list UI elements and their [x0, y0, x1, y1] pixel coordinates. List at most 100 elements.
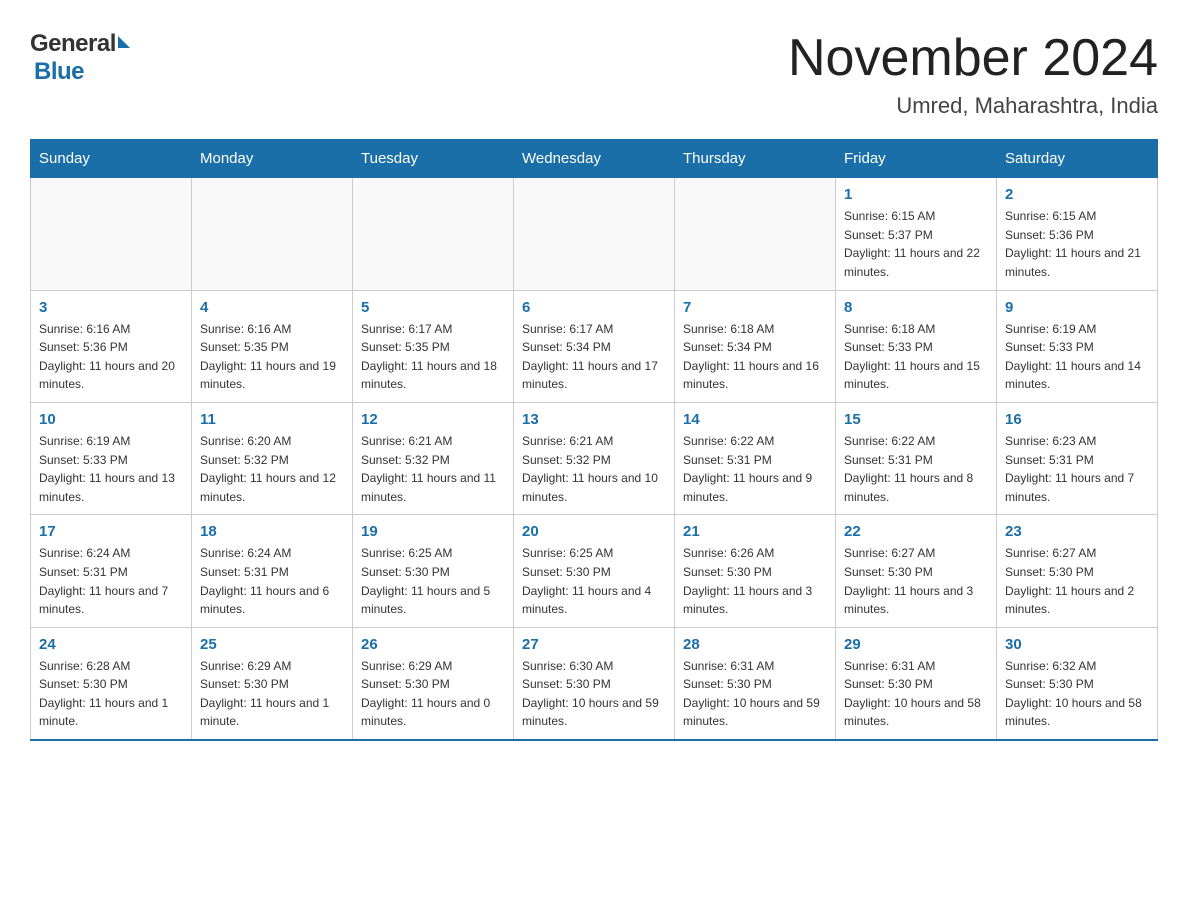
day-sun-info: Sunrise: 6:22 AMSunset: 5:31 PMDaylight:…	[683, 432, 827, 506]
calendar-week-row: 1 Sunrise: 6:15 AMSunset: 5:37 PMDaylight…	[31, 178, 1158, 290]
day-number: 24	[39, 636, 183, 653]
day-sun-info: Sunrise: 6:19 AMSunset: 5:33 PMDaylight:…	[1005, 320, 1149, 394]
day-sun-info: Sunrise: 6:17 AMSunset: 5:35 PMDaylight:…	[361, 320, 505, 394]
page-header: General Blue November 2024 Umred, Mahara…	[30, 30, 1158, 119]
calendar-cell: 28 Sunrise: 6:31 AMSunset: 5:30 PMDayligh…	[675, 627, 836, 740]
day-sun-info: Sunrise: 6:18 AMSunset: 5:33 PMDaylight:…	[844, 320, 988, 394]
weekday-header-tuesday: Tuesday	[353, 140, 514, 178]
day-number: 11	[200, 411, 344, 428]
day-number: 9	[1005, 299, 1149, 316]
weekday-header-monday: Monday	[192, 140, 353, 178]
day-number: 12	[361, 411, 505, 428]
day-sun-info: Sunrise: 6:31 AMSunset: 5:30 PMDaylight:…	[844, 657, 988, 731]
calendar-cell: 8 Sunrise: 6:18 AMSunset: 5:33 PMDaylight…	[836, 290, 997, 402]
day-number: 30	[1005, 636, 1149, 653]
day-sun-info: Sunrise: 6:19 AMSunset: 5:33 PMDaylight:…	[39, 432, 183, 506]
weekday-header-wednesday: Wednesday	[514, 140, 675, 178]
logo: General Blue	[30, 30, 130, 86]
calendar-cell: 3 Sunrise: 6:16 AMSunset: 5:36 PMDaylight…	[31, 290, 192, 402]
day-sun-info: Sunrise: 6:17 AMSunset: 5:34 PMDaylight:…	[522, 320, 666, 394]
calendar-cell: 21 Sunrise: 6:26 AMSunset: 5:30 PMDayligh…	[675, 515, 836, 627]
location-title: Umred, Maharashtra, India	[788, 93, 1158, 119]
day-number: 21	[683, 523, 827, 540]
day-sun-info: Sunrise: 6:16 AMSunset: 5:36 PMDaylight:…	[39, 320, 183, 394]
calendar-cell: 27Sunrise: 6:30 AMSunset: 5:30 PMDayligh…	[514, 627, 675, 740]
calendar-cell: 30 Sunrise: 6:32 AMSunset: 5:30 PMDayligh…	[997, 627, 1158, 740]
calendar-cell	[353, 178, 514, 290]
calendar-cell	[514, 178, 675, 290]
calendar-cell: 10 Sunrise: 6:19 AMSunset: 5:33 PMDayligh…	[31, 402, 192, 514]
calendar-cell: 22 Sunrise: 6:27 AMSunset: 5:30 PMDayligh…	[836, 515, 997, 627]
day-number: 15	[844, 411, 988, 428]
day-sun-info: Sunrise: 6:29 AMSunset: 5:30 PMDaylight:…	[361, 657, 505, 731]
title-block: November 2024 Umred, Maharashtra, India	[788, 30, 1158, 119]
day-sun-info: Sunrise: 6:22 AMSunset: 5:31 PMDaylight:…	[844, 432, 988, 506]
day-number: 17	[39, 523, 183, 540]
calendar-cell: 20 Sunrise: 6:25 AMSunset: 5:30 PMDayligh…	[514, 515, 675, 627]
day-number: 2	[1005, 186, 1149, 203]
calendar-cell: 24 Sunrise: 6:28 AMSunset: 5:30 PMDayligh…	[31, 627, 192, 740]
day-number: 13	[522, 411, 666, 428]
day-sun-info: Sunrise: 6:21 AMSunset: 5:32 PMDaylight:…	[361, 432, 505, 506]
calendar-week-row: 24 Sunrise: 6:28 AMSunset: 5:30 PMDayligh…	[31, 627, 1158, 740]
day-sun-info: Sunrise: 6:15 AMSunset: 5:37 PMDaylight:…	[844, 207, 988, 281]
day-number: 19	[361, 523, 505, 540]
day-number: 27	[522, 636, 666, 653]
calendar-cell: 4Sunrise: 6:16 AMSunset: 5:35 PMDaylight…	[192, 290, 353, 402]
calendar-cell: 13 Sunrise: 6:21 AMSunset: 5:32 PMDayligh…	[514, 402, 675, 514]
day-number: 4	[200, 299, 344, 316]
day-number: 23	[1005, 523, 1149, 540]
day-number: 10	[39, 411, 183, 428]
calendar-cell: 12 Sunrise: 6:21 AMSunset: 5:32 PMDayligh…	[353, 402, 514, 514]
day-sun-info: Sunrise: 6:18 AMSunset: 5:34 PMDaylight:…	[683, 320, 827, 394]
calendar-cell: 23 Sunrise: 6:27 AMSunset: 5:30 PMDayligh…	[997, 515, 1158, 627]
day-number: 26	[361, 636, 505, 653]
day-sun-info: Sunrise: 6:31 AMSunset: 5:30 PMDaylight:…	[683, 657, 827, 731]
calendar-table: SundayMondayTuesdayWednesdayThursdayFrid…	[30, 139, 1158, 741]
weekday-header-saturday: Saturday	[997, 140, 1158, 178]
day-number: 7	[683, 299, 827, 316]
day-sun-info: Sunrise: 6:27 AMSunset: 5:30 PMDaylight:…	[1005, 544, 1149, 618]
calendar-cell: 18 Sunrise: 6:24 AMSunset: 5:31 PMDayligh…	[192, 515, 353, 627]
calendar-cell	[675, 178, 836, 290]
day-sun-info: Sunrise: 6:27 AMSunset: 5:30 PMDaylight:…	[844, 544, 988, 618]
day-number: 29	[844, 636, 988, 653]
day-number: 14	[683, 411, 827, 428]
calendar-week-row: 10 Sunrise: 6:19 AMSunset: 5:33 PMDayligh…	[31, 402, 1158, 514]
day-sun-info: Sunrise: 6:25 AMSunset: 5:30 PMDaylight:…	[361, 544, 505, 618]
weekday-header-sunday: Sunday	[31, 140, 192, 178]
calendar-cell: 7 Sunrise: 6:18 AMSunset: 5:34 PMDaylight…	[675, 290, 836, 402]
calendar-cell: 6Sunrise: 6:17 AMSunset: 5:34 PMDaylight…	[514, 290, 675, 402]
day-sun-info: Sunrise: 6:21 AMSunset: 5:32 PMDaylight:…	[522, 432, 666, 506]
logo-general-text: General	[30, 30, 116, 58]
day-number: 8	[844, 299, 988, 316]
calendar-cell: 16Sunrise: 6:23 AMSunset: 5:31 PMDayligh…	[997, 402, 1158, 514]
day-number: 18	[200, 523, 344, 540]
day-number: 16	[1005, 411, 1149, 428]
day-number: 25	[200, 636, 344, 653]
calendar-cell: 9 Sunrise: 6:19 AMSunset: 5:33 PMDaylight…	[997, 290, 1158, 402]
day-number: 1	[844, 186, 988, 203]
day-number: 3	[39, 299, 183, 316]
calendar-cell: 25Sunrise: 6:29 AMSunset: 5:30 PMDayligh…	[192, 627, 353, 740]
calendar-cell: 1 Sunrise: 6:15 AMSunset: 5:37 PMDaylight…	[836, 178, 997, 290]
calendar-cell: 11Sunrise: 6:20 AMSunset: 5:32 PMDayligh…	[192, 402, 353, 514]
calendar-cell: 2 Sunrise: 6:15 AMSunset: 5:36 PMDaylight…	[997, 178, 1158, 290]
day-number: 20	[522, 523, 666, 540]
day-sun-info: Sunrise: 6:32 AMSunset: 5:30 PMDaylight:…	[1005, 657, 1149, 731]
day-number: 22	[844, 523, 988, 540]
day-sun-info: Sunrise: 6:28 AMSunset: 5:30 PMDaylight:…	[39, 657, 183, 731]
day-sun-info: Sunrise: 6:24 AMSunset: 5:31 PMDaylight:…	[200, 544, 344, 618]
day-sun-info: Sunrise: 6:15 AMSunset: 5:36 PMDaylight:…	[1005, 207, 1149, 281]
calendar-cell	[192, 178, 353, 290]
calendar-week-row: 3 Sunrise: 6:16 AMSunset: 5:36 PMDaylight…	[31, 290, 1158, 402]
logo-blue-text: Blue	[34, 58, 84, 86]
day-sun-info: Sunrise: 6:24 AMSunset: 5:31 PMDaylight:…	[39, 544, 183, 618]
calendar-cell: 17 Sunrise: 6:24 AMSunset: 5:31 PMDayligh…	[31, 515, 192, 627]
calendar-cell: 14 Sunrise: 6:22 AMSunset: 5:31 PMDayligh…	[675, 402, 836, 514]
day-sun-info: Sunrise: 6:25 AMSunset: 5:30 PMDaylight:…	[522, 544, 666, 618]
day-number: 28	[683, 636, 827, 653]
weekday-header-friday: Friday	[836, 140, 997, 178]
day-sun-info: Sunrise: 6:26 AMSunset: 5:30 PMDaylight:…	[683, 544, 827, 618]
weekday-header-thursday: Thursday	[675, 140, 836, 178]
